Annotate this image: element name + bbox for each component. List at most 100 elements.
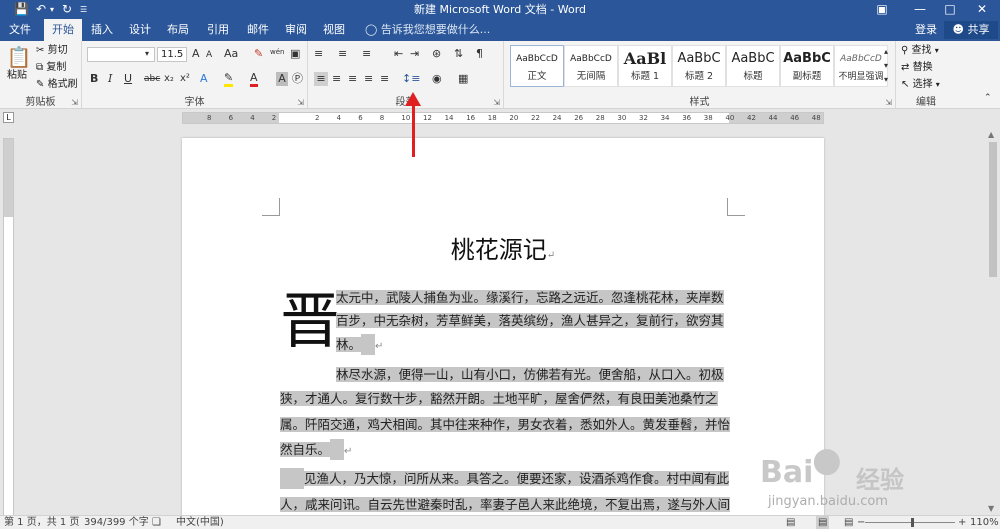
- sort-icon[interactable]: ⇅: [454, 47, 463, 61]
- align-left-icon[interactable]: ≡: [314, 72, 328, 86]
- show-marks-icon[interactable]: ¶: [476, 47, 483, 61]
- style-no-spacing[interactable]: AaBbCcD 无间隔: [564, 45, 618, 87]
- paragraph-line[interactable]: 属。阡陌交通，鸡犬相闻。其中往来种作，男女衣着，悉如外人。黄发垂髫，并怡: [280, 414, 731, 435]
- tab-insert[interactable]: 插入: [84, 19, 120, 41]
- bullets-icon[interactable]: ≡: [314, 47, 323, 61]
- zoom-slider-thumb[interactable]: [911, 518, 914, 527]
- cut-button[interactable]: ✂ 剪切: [36, 44, 68, 58]
- paragraph-line[interactable]: 林。 ↵: [336, 334, 383, 357]
- read-mode-icon[interactable]: ▤: [786, 516, 795, 529]
- language-indicator[interactable]: 中文(中国): [176, 516, 224, 529]
- tab-references[interactable]: 引用: [200, 19, 236, 41]
- font-color-icon[interactable]: A: [250, 72, 258, 87]
- styles-scroll-down-icon[interactable]: ▾: [884, 59, 888, 73]
- zoom-in-icon[interactable]: +: [958, 516, 966, 529]
- highlight-color-icon[interactable]: ✎: [224, 72, 234, 87]
- change-case-icon[interactable]: Aa: [224, 47, 238, 61]
- style-subtitle[interactable]: AaBbC 副标题: [780, 45, 834, 87]
- shading-icon[interactable]: ◉: [432, 72, 442, 86]
- word-count[interactable]: 394/399 个字: [84, 516, 149, 529]
- paste-button[interactable]: 粘贴: [7, 69, 27, 83]
- page-count[interactable]: 第 1 页，共 1 页: [4, 516, 79, 529]
- styles-dialog-launcher-icon[interactable]: ⇲: [885, 98, 892, 107]
- print-layout-icon[interactable]: ▤: [816, 516, 830, 529]
- font-name-dropdown-icon[interactable]: ▾: [145, 47, 149, 61]
- style-normal[interactable]: AaBbCcD 正文: [510, 45, 564, 87]
- character-border-icon[interactable]: ▣: [290, 47, 300, 61]
- copy-button[interactable]: ⧉ 复制: [36, 61, 66, 75]
- style-heading-1[interactable]: AaBl 标题 1: [618, 45, 672, 87]
- underline-button[interactable]: U: [124, 72, 132, 86]
- superscript-button[interactable]: x²: [180, 72, 190, 86]
- drop-cap[interactable]: 晋: [280, 290, 340, 354]
- font-dialog-launcher-icon[interactable]: ⇲: [297, 98, 304, 107]
- document-page[interactable]: 桃花源记↵ 晋 太元中，武陵人捕鱼为业。缘溪行，忘路之远近。忽逢桃花林，夹岸数 …: [182, 138, 824, 516]
- borders-icon[interactable]: ▦: [458, 72, 468, 86]
- style-heading-2[interactable]: AaBbC 标题 2: [672, 45, 726, 87]
- replace-button[interactable]: ⇄ 替换: [901, 61, 933, 75]
- tab-home[interactable]: 开始: [44, 19, 82, 41]
- tab-review[interactable]: 审阅: [278, 19, 314, 41]
- find-button[interactable]: ⚲ 查找 ▾: [901, 44, 939, 58]
- tell-me-box[interactable]: ◯ 告诉我您想要做什么...: [365, 19, 490, 41]
- close-button[interactable]: ✕: [962, 0, 1000, 19]
- multilevel-list-icon[interactable]: ≡: [362, 47, 371, 61]
- share-button[interactable]: ☻ 共享: [944, 21, 998, 39]
- paragraph-line[interactable]: 太元中，武陵人捕鱼为业。缘溪行，忘路之远近。忽逢桃花林，夹岸数: [336, 287, 724, 308]
- collapse-ribbon-icon[interactable]: ⌃: [984, 91, 992, 105]
- style-subtle-emphasis[interactable]: AaBbCcD 不明显强调: [834, 45, 888, 87]
- enclosed-character-icon[interactable]: Ⓟ: [292, 72, 303, 86]
- justify-icon[interactable]: ≡: [364, 72, 373, 86]
- tab-view[interactable]: 视图: [316, 19, 352, 41]
- tab-mailings[interactable]: 邮件: [240, 19, 276, 41]
- zoom-slider[interactable]: [865, 522, 955, 523]
- style-title[interactable]: AaBbC 标题: [726, 45, 780, 87]
- increase-indent-icon[interactable]: ⇥: [410, 47, 419, 61]
- tab-file[interactable]: 文件: [0, 19, 40, 41]
- distributed-icon[interactable]: ≡: [380, 72, 389, 86]
- phonetic-guide-icon[interactable]: wén: [270, 45, 284, 59]
- web-layout-icon[interactable]: ▤: [844, 516, 853, 529]
- shrink-font-icon[interactable]: A: [206, 48, 212, 62]
- vertical-ruler[interactable]: [3, 138, 14, 516]
- login-link[interactable]: 登录: [915, 19, 937, 41]
- paragraph-line[interactable]: 然自乐。 ↵: [280, 439, 352, 462]
- decrease-indent-icon[interactable]: ⇤: [394, 47, 403, 61]
- subscript-button[interactable]: x₂: [164, 72, 174, 86]
- paragraph-line[interactable]: 林尽水源，便得一山，山有小口，仿佛若有光。便舍船，从口入。初极: [336, 364, 724, 385]
- scroll-down-icon[interactable]: ▼: [988, 504, 994, 513]
- paragraph-line[interactable]: 狭，才通人。复行数十步，豁然开朗。土地平旷，屋舍俨然，有良田美池桑竹之: [280, 388, 718, 409]
- select-button[interactable]: ↖ 选择 ▾: [901, 78, 940, 92]
- zoom-level[interactable]: 110%: [970, 516, 999, 529]
- paste-icon[interactable]: 📋: [6, 45, 32, 69]
- chinese-layout-icon[interactable]: ⊛: [432, 47, 441, 61]
- italic-button[interactable]: I: [108, 72, 112, 86]
- scroll-up-icon[interactable]: ▲: [988, 130, 994, 139]
- paragraph-line[interactable]: 人，咸来问讯。自云先世避秦时乱，率妻子邑人来此绝境，不复出焉，遂与外人间: [280, 494, 731, 515]
- paragraph-line[interactable]: 百步，中无杂树，芳草鲜美，落英缤纷，渔人甚异之，复前行，欲穷其: [336, 310, 724, 331]
- document-heading[interactable]: 桃花源记↵: [182, 230, 824, 276]
- paragraph-line[interactable]: 见渔人，乃大惊，问所从来。具答之。便要还家，设酒杀鸡作食。村中闻有此: [280, 468, 730, 489]
- tab-design[interactable]: 设计: [122, 19, 158, 41]
- text-effects-icon[interactable]: A: [200, 72, 208, 86]
- character-shading-icon[interactable]: A: [276, 72, 288, 86]
- styles-more-icon[interactable]: ▾: [884, 73, 888, 87]
- numbering-icon[interactable]: ≡: [338, 47, 347, 61]
- strikethrough-button[interactable]: abc: [144, 72, 160, 86]
- styles-scroll-up-icon[interactable]: ▴: [884, 45, 888, 59]
- align-center-icon[interactable]: ≡: [332, 72, 341, 86]
- line-spacing-icon[interactable]: ↕≡: [402, 72, 420, 86]
- tab-selector[interactable]: L: [3, 112, 14, 123]
- clear-formatting-icon[interactable]: ✎: [254, 47, 263, 61]
- grow-font-icon[interactable]: A: [192, 47, 200, 61]
- align-right-icon[interactable]: ≡: [348, 72, 357, 86]
- clipboard-dialog-launcher-icon[interactable]: ⇲: [71, 98, 78, 107]
- ribbon-display-options-icon[interactable]: ▣: [862, 0, 902, 19]
- proofing-icon[interactable]: ❏: [152, 516, 161, 529]
- paragraph-dialog-launcher-icon[interactable]: ⇲: [493, 98, 500, 107]
- horizontal-ruler[interactable]: 8 6 4 2 2 4 6 8 10 12 14 16 18 20 22 24 26 28 30 32 34 36 38 40…: [182, 112, 824, 124]
- vertical-scrollbar[interactable]: ▲ ▼: [986, 128, 1000, 515]
- format-painter-button[interactable]: ✎ 格式刷: [36, 78, 78, 92]
- bold-button[interactable]: B: [90, 72, 98, 86]
- scrollbar-thumb[interactable]: [989, 142, 997, 277]
